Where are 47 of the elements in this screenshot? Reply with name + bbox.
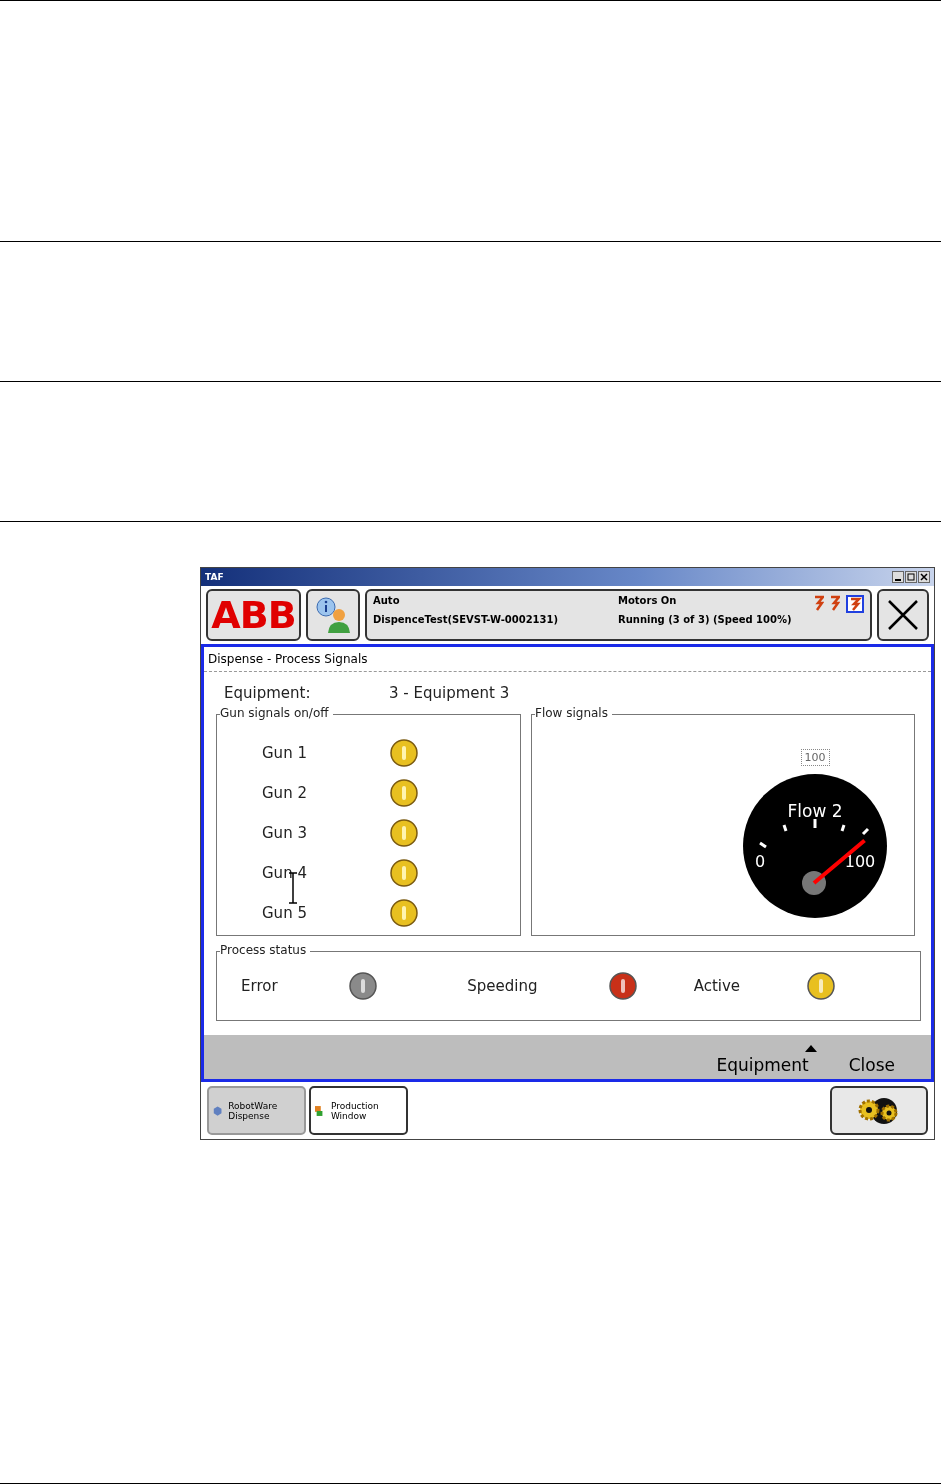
gun-label: Gun 2 (262, 784, 308, 802)
group-title: Process status (220, 943, 311, 957)
gauge-min-label: 0 (754, 852, 766, 871)
minimize-icon[interactable] (892, 571, 904, 583)
close-button[interactable] (877, 589, 929, 641)
command-button[interactable]: Equipment (716, 1055, 809, 1075)
signal-lamp-icon (390, 899, 418, 927)
signal-lamp-icon (390, 779, 418, 807)
command-button[interactable]: Close (848, 1055, 895, 1075)
group-title: Flow signals (535, 706, 612, 720)
value-box: 100 (800, 749, 830, 766)
equipment-label: Equipment: (224, 684, 312, 702)
close-icon[interactable] (918, 571, 930, 583)
caret-icon (804, 1045, 817, 1052)
gun-label: Gun 3 (262, 824, 308, 842)
equipment-value: 3 - Equipment 3 (389, 684, 510, 702)
logo-button[interactable]: ABB (206, 589, 301, 641)
status-label: Speeding (467, 977, 539, 995)
quickset-button[interactable] (830, 1086, 928, 1135)
gun-label: Gun 4 (262, 864, 308, 882)
app-icon (213, 1103, 223, 1118)
program-name: DispenceTest(SEVST-W-0002131) (373, 614, 560, 625)
signal-lamp-icon (390, 819, 418, 847)
gauge-max-label: 100 (844, 852, 876, 871)
motors-state: Motors On (618, 595, 678, 606)
taskbar-button[interactable]: RobotWare Dispense (207, 1086, 306, 1135)
signal-lamp-icon (349, 972, 377, 1000)
signal-lamp-icon (609, 972, 638, 1000)
status-label: Error (241, 977, 279, 995)
run-state: Running (3 of 3) (Speed 100%) (618, 614, 792, 625)
app-icon (315, 1103, 325, 1118)
gauge-title: Flow 2 (787, 801, 843, 821)
signal-lamp-icon (390, 859, 418, 887)
view-title: Dispense - Process Signals (208, 652, 368, 666)
info-button[interactable] (306, 589, 360, 641)
person-info-icon (313, 595, 353, 635)
gun-label: Gun 5 (262, 904, 308, 922)
window-title: TAF (205, 572, 224, 582)
status-label: Active (693, 977, 742, 995)
group-title: Gun signals on/off (220, 706, 333, 720)
taskbar-button[interactable]: Production Window (309, 1086, 408, 1135)
close-icon (886, 598, 920, 632)
signal-lamp-icon (390, 739, 418, 767)
signal-lamp-icon (806, 972, 835, 1000)
gun-label: Gun 1 (262, 744, 308, 762)
maximize-icon[interactable] (905, 571, 917, 583)
operating-mode: Auto (373, 595, 401, 606)
